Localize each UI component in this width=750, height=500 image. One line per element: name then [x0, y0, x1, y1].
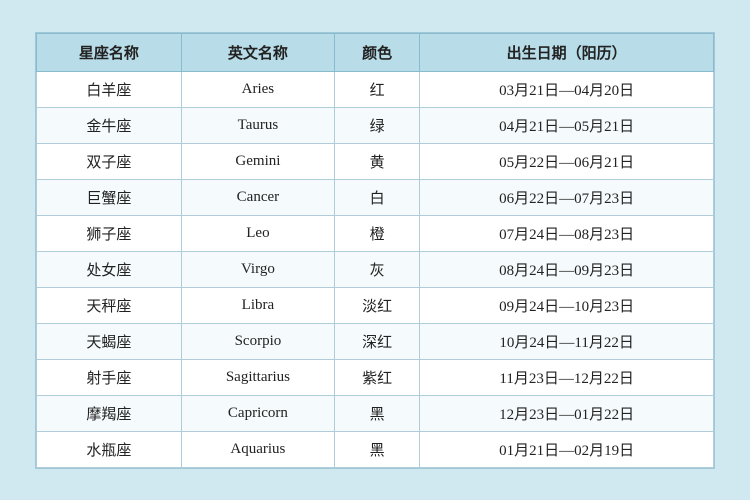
zodiac-date-range: 09月24日—10月23日	[420, 287, 714, 323]
zodiac-date-range: 05月22日—06月21日	[420, 143, 714, 179]
zodiac-color: 深红	[334, 323, 419, 359]
table-header-row: 星座名称英文名称颜色出生日期（阳历）	[37, 33, 714, 71]
zodiac-english-name: Capricorn	[181, 395, 334, 431]
zodiac-date-range: 08月24日—09月23日	[420, 251, 714, 287]
zodiac-table: 星座名称英文名称颜色出生日期（阳历） 白羊座Aries红03月21日—04月20…	[36, 33, 714, 468]
zodiac-color: 橙	[334, 215, 419, 251]
table-row: 天秤座Libra淡红09月24日—10月23日	[37, 287, 714, 323]
table-row: 白羊座Aries红03月21日—04月20日	[37, 71, 714, 107]
zodiac-chinese-name: 天秤座	[37, 287, 182, 323]
zodiac-english-name: Leo	[181, 215, 334, 251]
zodiac-english-name: Sagittarius	[181, 359, 334, 395]
table-row: 狮子座Leo橙07月24日—08月23日	[37, 215, 714, 251]
zodiac-color: 红	[334, 71, 419, 107]
zodiac-color: 淡红	[334, 287, 419, 323]
zodiac-date-range: 10月24日—11月22日	[420, 323, 714, 359]
zodiac-chinese-name: 处女座	[37, 251, 182, 287]
zodiac-english-name: Cancer	[181, 179, 334, 215]
column-header: 出生日期（阳历）	[420, 33, 714, 71]
table-row: 处女座Virgo灰08月24日—09月23日	[37, 251, 714, 287]
zodiac-chinese-name: 射手座	[37, 359, 182, 395]
zodiac-color: 白	[334, 179, 419, 215]
zodiac-date-range: 12月23日—01月22日	[420, 395, 714, 431]
zodiac-table-container: 星座名称英文名称颜色出生日期（阳历） 白羊座Aries红03月21日—04月20…	[35, 32, 715, 469]
zodiac-chinese-name: 天蝎座	[37, 323, 182, 359]
table-row: 水瓶座Aquarius黑01月21日—02月19日	[37, 431, 714, 467]
zodiac-date-range: 11月23日—12月22日	[420, 359, 714, 395]
zodiac-color: 灰	[334, 251, 419, 287]
column-header: 星座名称	[37, 33, 182, 71]
zodiac-english-name: Scorpio	[181, 323, 334, 359]
zodiac-english-name: Libra	[181, 287, 334, 323]
zodiac-color: 黄	[334, 143, 419, 179]
table-row: 金牛座Taurus绿04月21日—05月21日	[37, 107, 714, 143]
zodiac-date-range: 07月24日—08月23日	[420, 215, 714, 251]
table-row: 射手座Sagittarius紫红11月23日—12月22日	[37, 359, 714, 395]
zodiac-chinese-name: 巨蟹座	[37, 179, 182, 215]
zodiac-chinese-name: 狮子座	[37, 215, 182, 251]
zodiac-chinese-name: 金牛座	[37, 107, 182, 143]
column-header: 颜色	[334, 33, 419, 71]
zodiac-english-name: Taurus	[181, 107, 334, 143]
zodiac-chinese-name: 白羊座	[37, 71, 182, 107]
zodiac-date-range: 06月22日—07月23日	[420, 179, 714, 215]
zodiac-chinese-name: 双子座	[37, 143, 182, 179]
table-row: 天蝎座Scorpio深红10月24日—11月22日	[37, 323, 714, 359]
zodiac-english-name: Virgo	[181, 251, 334, 287]
zodiac-english-name: Gemini	[181, 143, 334, 179]
table-row: 双子座Gemini黄05月22日—06月21日	[37, 143, 714, 179]
zodiac-chinese-name: 摩羯座	[37, 395, 182, 431]
zodiac-chinese-name: 水瓶座	[37, 431, 182, 467]
zodiac-date-range: 01月21日—02月19日	[420, 431, 714, 467]
zodiac-color: 黑	[334, 395, 419, 431]
table-row: 摩羯座Capricorn黑12月23日—01月22日	[37, 395, 714, 431]
zodiac-english-name: Aquarius	[181, 431, 334, 467]
zodiac-date-range: 03月21日—04月20日	[420, 71, 714, 107]
table-body: 白羊座Aries红03月21日—04月20日金牛座Taurus绿04月21日—0…	[37, 71, 714, 467]
zodiac-english-name: Aries	[181, 71, 334, 107]
zodiac-date-range: 04月21日—05月21日	[420, 107, 714, 143]
zodiac-color: 黑	[334, 431, 419, 467]
zodiac-color: 绿	[334, 107, 419, 143]
zodiac-color: 紫红	[334, 359, 419, 395]
column-header: 英文名称	[181, 33, 334, 71]
table-row: 巨蟹座Cancer白06月22日—07月23日	[37, 179, 714, 215]
